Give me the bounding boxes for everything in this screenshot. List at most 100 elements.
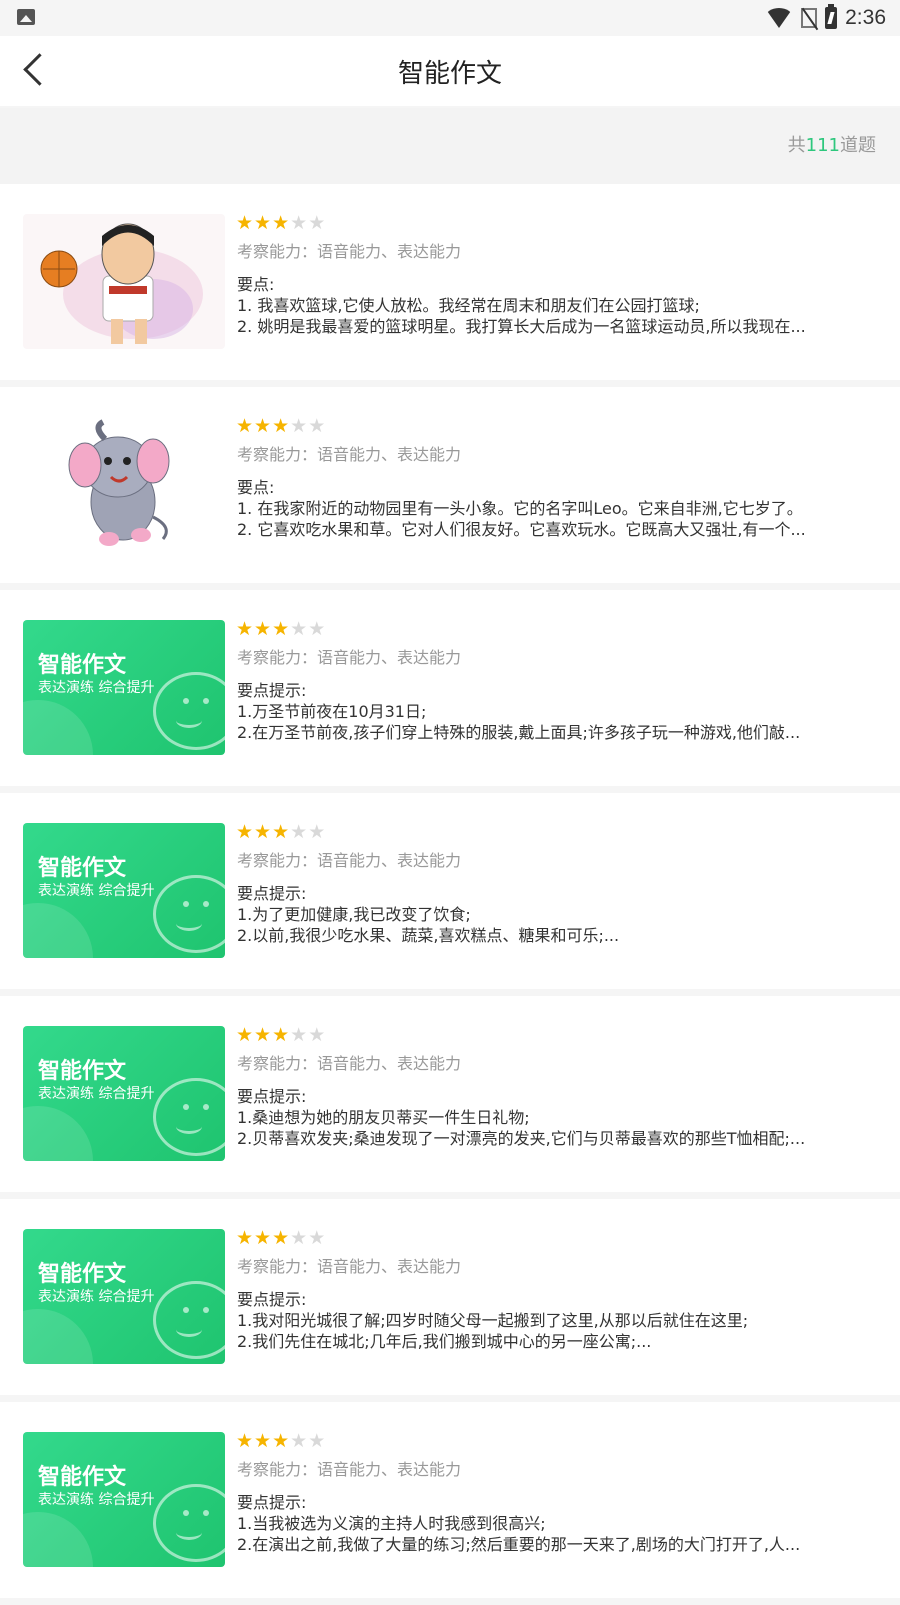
no-sim-icon bbox=[801, 8, 818, 28]
star-filled-icon: ★ bbox=[272, 821, 291, 843]
star-empty-icon: ★ bbox=[308, 212, 327, 234]
difficulty-rating: ★★★★★ bbox=[236, 1430, 326, 1452]
star-filled-icon: ★ bbox=[272, 1024, 291, 1046]
thumbnail-title: 智能作文 bbox=[38, 653, 127, 678]
star-empty-icon: ★ bbox=[290, 821, 309, 843]
star-filled-icon: ★ bbox=[236, 618, 255, 640]
key-points-heading: 要点提示: bbox=[237, 1493, 307, 1512]
key-point-2: 2.贝蒂喜欢发夹;桑迪发现了一对漂亮的发夹,它们与贝蒂最喜欢的那些T恤相配;..… bbox=[237, 1129, 806, 1148]
key-point-2: 2.在万圣节前夜,孩子们穿上特殊的服装,戴上面具;许多孩子玩一种游戏,他们敲..… bbox=[237, 723, 801, 742]
star-filled-icon: ★ bbox=[254, 821, 273, 843]
star-empty-icon: ★ bbox=[308, 618, 327, 640]
status-icons: 2:36 bbox=[765, 4, 886, 32]
app-header: 智能作文 bbox=[0, 36, 900, 106]
essay-card[interactable]: 智能作文 表达演练 综合提升 ★★★★★ 考察能力：语音能力、表达能力 要点提示… bbox=[0, 1199, 900, 1395]
star-empty-icon: ★ bbox=[308, 821, 327, 843]
key-points-heading: 要点: bbox=[237, 275, 275, 294]
key-points-heading: 要点提示: bbox=[237, 1087, 307, 1106]
essay-thumbnail: 智能作文 表达演练 综合提升 bbox=[23, 1432, 225, 1567]
key-point-1: 1. 在我家附近的动物园里有一头小象。它的名字叫Leo。它来自非洲,它七岁了。 bbox=[237, 499, 803, 518]
star-empty-icon: ★ bbox=[290, 618, 309, 640]
essay-card[interactable]: ★★★★★ 考察能力：语音能力、表达能力 要点: 1. 我喜欢篮球,它使人放松。… bbox=[0, 184, 900, 380]
key-point-2: 2.我们先住在城北;几年后,我们搬到城中心的另一座公寓;... bbox=[237, 1332, 652, 1351]
star-filled-icon: ★ bbox=[254, 1430, 273, 1452]
star-filled-icon: ★ bbox=[254, 1227, 273, 1249]
star-filled-icon: ★ bbox=[272, 618, 291, 640]
difficulty-rating: ★★★★★ bbox=[236, 212, 326, 234]
count-prefix: 共 bbox=[787, 135, 806, 156]
star-filled-icon: ★ bbox=[236, 415, 255, 437]
key-point-1: 1. 我喜欢篮球,它使人放松。我经常在周末和朋友们在公园打篮球; bbox=[237, 296, 700, 315]
essay-card[interactable]: 智能作文 表达演练 综合提升 ★★★★★ 考察能力：语音能力、表达能力 要点提示… bbox=[0, 590, 900, 786]
difficulty-rating: ★★★★★ bbox=[236, 415, 326, 437]
essay-thumbnail: 智能作文 表达演练 综合提升 bbox=[23, 620, 225, 755]
summary-bar: 共111道题 bbox=[0, 108, 900, 184]
decor-circle bbox=[23, 1512, 93, 1567]
chat-dots bbox=[183, 698, 189, 704]
star-empty-icon: ★ bbox=[290, 1430, 309, 1452]
skills-text: 考察能力：语音能力、表达能力 bbox=[237, 648, 462, 667]
key-points: 要点提示: 1.当我被选为义演的主持人时我感到很高兴; 2.在演出之前,我做了大… bbox=[237, 1492, 870, 1555]
star-filled-icon: ★ bbox=[236, 1430, 255, 1452]
star-filled-icon: ★ bbox=[254, 415, 273, 437]
thumbnail-title: 智能作文 bbox=[38, 856, 127, 881]
skills-text: 考察能力：语音能力、表达能力 bbox=[237, 242, 462, 261]
key-points: 要点: 1. 在我家附近的动物园里有一头小象。它的名字叫Leo。它来自非洲,它七… bbox=[237, 477, 870, 540]
star-empty-icon: ★ bbox=[290, 1227, 309, 1249]
star-filled-icon: ★ bbox=[254, 212, 273, 234]
key-points: 要点: 1. 我喜欢篮球,它使人放松。我经常在周末和朋友们在公园打篮球; 2. … bbox=[237, 274, 870, 337]
key-points-heading: 要点提示: bbox=[237, 1290, 307, 1309]
difficulty-rating: ★★★★★ bbox=[236, 618, 326, 640]
wifi-icon bbox=[765, 8, 794, 28]
elephant-image bbox=[23, 417, 225, 552]
star-filled-icon: ★ bbox=[272, 415, 291, 437]
key-point-2: 2.在演出之前,我做了大量的练习;然后重要的那一天来了,剧场的大门打开了,人..… bbox=[237, 1535, 801, 1554]
thumbnail-subtitle: 表达演练 综合提升 bbox=[38, 680, 155, 696]
key-point-2: 2. 姚明是我最喜爱的篮球明星。我打算长大后成为一名篮球运动员,所以我现在... bbox=[237, 317, 806, 336]
essay-card[interactable]: 智能作文 表达演练 综合提升 ★★★★★ 考察能力：语音能力、表达能力 要点提示… bbox=[0, 1402, 900, 1598]
page-title: 智能作文 bbox=[397, 59, 502, 89]
key-point-1: 1.万圣节前夜在10月31日; bbox=[237, 702, 427, 721]
skills-text: 考察能力：语音能力、表达能力 bbox=[237, 445, 462, 464]
star-empty-icon: ★ bbox=[308, 1024, 327, 1046]
thumbnail-subtitle: 表达演练 综合提升 bbox=[38, 883, 155, 899]
star-empty-icon: ★ bbox=[290, 1024, 309, 1046]
gallery-icon bbox=[17, 9, 35, 25]
decor-circle bbox=[23, 1309, 93, 1364]
star-empty-icon: ★ bbox=[290, 415, 309, 437]
key-points: 要点提示: 1.为了更加健康,我已改变了饮食; 2.以前,我很少吃水果、蔬菜,喜… bbox=[237, 883, 870, 946]
star-filled-icon: ★ bbox=[272, 212, 291, 234]
thumbnail-title: 智能作文 bbox=[38, 1465, 127, 1490]
key-points-heading: 要点: bbox=[237, 478, 275, 497]
essay-thumbnail: 智能作文 表达演练 综合提升 bbox=[23, 823, 225, 958]
key-points: 要点提示: 1.万圣节前夜在10月31日; 2.在万圣节前夜,孩子们穿上特殊的服… bbox=[237, 680, 870, 743]
chat-dots bbox=[183, 901, 189, 907]
essay-card[interactable]: 智能作文 表达演练 综合提升 ★★★★★ 考察能力：语音能力、表达能力 要点提示… bbox=[0, 793, 900, 989]
essay-thumbnail: 智能作文 表达演练 综合提升 bbox=[23, 1229, 225, 1364]
key-points: 要点提示: 1.桑迪想为她的朋友贝蒂买一件生日礼物; 2.贝蒂喜欢发夹;桑迪发现… bbox=[237, 1086, 870, 1149]
skills-text: 考察能力：语音能力、表达能力 bbox=[237, 1257, 462, 1276]
essay-card[interactable]: 智能作文 表达演练 综合提升 ★★★★★ 考察能力：语音能力、表达能力 要点提示… bbox=[0, 996, 900, 1192]
star-filled-icon: ★ bbox=[236, 1227, 255, 1249]
key-point-1: 1.为了更加健康,我已改变了饮食; bbox=[237, 905, 471, 924]
thumbnail-subtitle: 表达演练 综合提升 bbox=[38, 1492, 155, 1508]
chat-bubble-icon bbox=[153, 1484, 225, 1562]
thumbnail-subtitle: 表达演练 综合提升 bbox=[38, 1289, 155, 1305]
star-filled-icon: ★ bbox=[254, 1024, 273, 1046]
count-suffix: 道题 bbox=[840, 135, 876, 156]
key-point-1: 1.桑迪想为她的朋友贝蒂买一件生日礼物; bbox=[237, 1108, 530, 1127]
skills-text: 考察能力：语音能力、表达能力 bbox=[237, 1054, 462, 1073]
status-bar: 2:36 bbox=[0, 0, 900, 36]
star-empty-icon: ★ bbox=[290, 212, 309, 234]
star-empty-icon: ★ bbox=[308, 415, 327, 437]
key-point-2: 2. 它喜欢吃水果和草。它对人们很友好。它喜欢玩水。它既高大又强壮,有一个... bbox=[237, 520, 806, 539]
skills-text: 考察能力：语音能力、表达能力 bbox=[237, 851, 462, 870]
difficulty-rating: ★★★★★ bbox=[236, 1227, 326, 1249]
chat-bubble-icon bbox=[153, 672, 225, 750]
question-count: 共111道题 bbox=[788, 131, 876, 157]
thumbnail-title: 智能作文 bbox=[38, 1059, 127, 1084]
essay-card[interactable]: ★★★★★ 考察能力：语音能力、表达能力 要点: 1. 在我家附近的动物园里有一… bbox=[0, 387, 900, 583]
key-point-1: 1.当我被选为义演的主持人时我感到很高兴; bbox=[237, 1514, 546, 1533]
key-points-heading: 要点提示: bbox=[237, 681, 307, 700]
difficulty-rating: ★★★★★ bbox=[236, 821, 326, 843]
